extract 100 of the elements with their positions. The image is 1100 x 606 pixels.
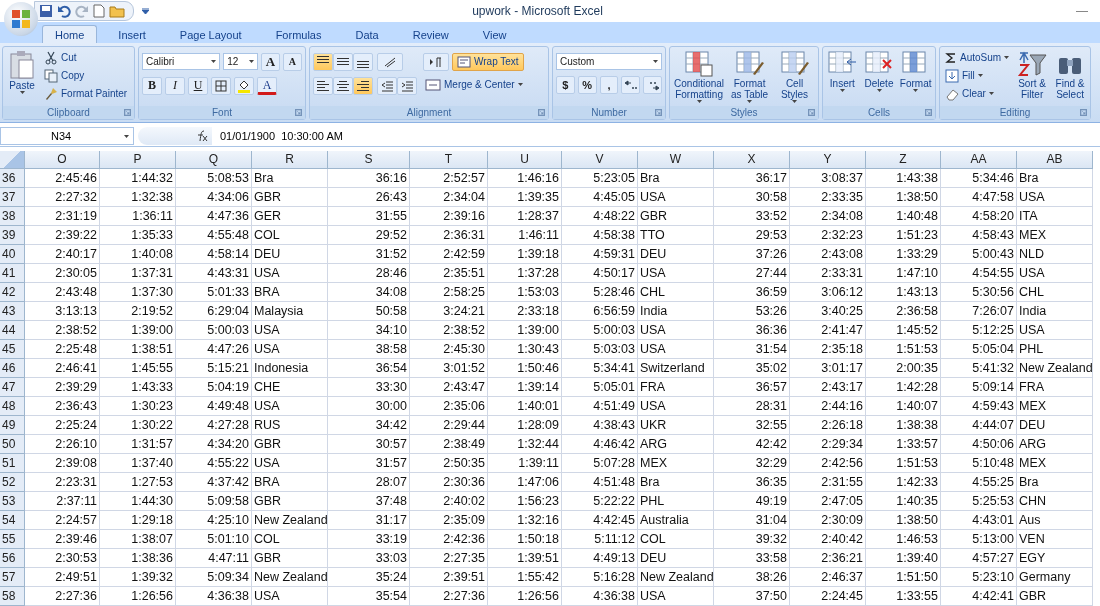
styles-button[interactable]: Format as Table	[729, 49, 771, 107]
row-header[interactable]: 45	[0, 340, 25, 359]
column-header[interactable]: S	[328, 151, 410, 169]
grow-font-button[interactable]: A	[260, 52, 280, 71]
merge-center-button[interactable]: Merge & Center	[423, 76, 525, 93]
row-header[interactable]: 51	[0, 454, 25, 473]
new-document-icon[interactable]	[93, 4, 105, 18]
align-button[interactable]	[353, 76, 373, 95]
ribbon-tab[interactable]: Data	[342, 24, 392, 43]
column-header[interactable]: Z	[866, 151, 941, 169]
caret-icon	[248, 60, 254, 64]
align-button[interactable]	[353, 52, 373, 71]
align-button[interactable]	[313, 76, 333, 95]
row-header[interactable]: 56	[0, 549, 25, 568]
row-header[interactable]: 46	[0, 359, 25, 378]
number-format-button[interactable]: ,	[599, 75, 619, 94]
table-cell: USA	[1017, 188, 1093, 207]
fill-color-button[interactable]	[234, 76, 254, 95]
table-cell: 2:34:08	[790, 207, 866, 226]
column-header[interactable]: T	[410, 151, 488, 169]
wrap-text-button[interactable]: Wrap Text	[452, 52, 524, 71]
paste-button[interactable]: Paste	[6, 49, 38, 107]
row-header[interactable]: 50	[0, 435, 25, 454]
font-color-button[interactable]: A	[257, 76, 277, 95]
function-icon[interactable]	[196, 130, 208, 143]
decrease-decimal-button[interactable]	[643, 75, 662, 94]
row-header[interactable]: 36	[0, 169, 25, 188]
number-format-field[interactable]: Custom	[556, 52, 662, 70]
underline-button[interactable]: U	[188, 76, 208, 95]
clipboard-command[interactable]: Cut	[42, 49, 130, 66]
column-header[interactable]: AA	[941, 151, 1017, 169]
row-header[interactable]: 40	[0, 245, 25, 264]
bold-button[interactable]: B	[142, 76, 162, 95]
ribbon-tab[interactable]: Insert	[105, 24, 159, 43]
cells-button[interactable]: Insert	[826, 49, 859, 107]
undo-icon[interactable]	[57, 4, 71, 18]
row-header[interactable]: 42	[0, 283, 25, 302]
text-direction-button[interactable]	[423, 52, 449, 71]
borders-button[interactable]	[211, 76, 231, 95]
ribbon-tab[interactable]: Formulas	[262, 24, 335, 43]
cells-button[interactable]: Delete	[862, 49, 896, 107]
office-button[interactable]	[4, 2, 38, 36]
row-header[interactable]: 48	[0, 397, 25, 416]
column-header[interactable]: U	[488, 151, 562, 169]
font-size-field[interactable]: 12	[223, 53, 258, 71]
column-header[interactable]: X	[714, 151, 790, 169]
increase-indent-button[interactable]	[397, 76, 417, 95]
row-header[interactable]: 54	[0, 511, 25, 530]
shrink-font-button[interactable]: A	[282, 52, 302, 71]
table-cell: 30:57	[328, 435, 410, 454]
ribbon-tab[interactable]: Review	[399, 24, 462, 43]
editing-command[interactable]: Clear	[943, 85, 1012, 102]
orientation-button[interactable]	[377, 52, 403, 71]
customize-toolbar-icon[interactable]	[142, 8, 149, 14]
number-format-button[interactable]: %	[577, 75, 597, 94]
column-header[interactable]: V	[562, 151, 638, 169]
ribbon-tab[interactable]: Page Layout	[166, 24, 255, 43]
row-header[interactable]: 44	[0, 321, 25, 340]
row-header[interactable]: 58	[0, 587, 25, 606]
row-header[interactable]: 47	[0, 378, 25, 397]
folder-icon[interactable]	[109, 4, 125, 18]
row-header[interactable]: 53	[0, 492, 25, 511]
align-button[interactable]	[313, 52, 333, 71]
editing-button[interactable]: Sort & Filter	[1015, 49, 1050, 107]
column-header[interactable]: O	[25, 151, 100, 169]
column-header[interactable]: Y	[790, 151, 866, 169]
column-header[interactable]: R	[252, 151, 328, 169]
column-header[interactable]: Q	[176, 151, 252, 169]
ribbon-tab[interactable]: View	[469, 24, 520, 43]
save-icon[interactable]	[39, 4, 53, 18]
clipboard-command[interactable]: Copy	[42, 67, 130, 84]
row-header[interactable]: 39	[0, 226, 25, 245]
editing-command[interactable]: AutoSum	[943, 49, 1012, 66]
cells-button[interactable]: Format	[899, 49, 932, 107]
editing-button[interactable]: Find & Select	[1053, 49, 1087, 107]
row-header[interactable]: 37	[0, 188, 25, 207]
minimize-button[interactable]	[1076, 10, 1088, 12]
row-header[interactable]: 57	[0, 568, 25, 587]
column-header[interactable]: P	[100, 151, 176, 169]
row-header[interactable]: 49	[0, 416, 25, 435]
styles-button[interactable]: Cell Styles	[774, 49, 815, 107]
increase-decimal-button[interactable]	[621, 75, 641, 94]
row-header[interactable]: 41	[0, 264, 25, 283]
italic-button[interactable]: I	[165, 76, 185, 95]
row-header[interactable]: 52	[0, 473, 25, 492]
ribbon-tab[interactable]: Home	[42, 24, 98, 43]
align-button[interactable]	[333, 52, 353, 71]
align-button[interactable]	[333, 76, 353, 95]
column-header[interactable]: AB	[1017, 151, 1093, 169]
styles-button[interactable]: Conditional Formatting	[673, 49, 726, 107]
name-box[interactable]: N34	[0, 127, 134, 146]
column-header[interactable]: W	[638, 151, 714, 169]
editing-command[interactable]: Fill	[943, 67, 1012, 84]
row-header[interactable]: 55	[0, 530, 25, 549]
number-format-button[interactable]: $	[556, 75, 575, 94]
row-header[interactable]: 43	[0, 302, 25, 321]
clipboard-command[interactable]: Format Painter	[42, 85, 130, 102]
row-header[interactable]: 38	[0, 207, 25, 226]
font-name-field[interactable]: Calibri	[142, 53, 221, 71]
formula-field[interactable]: 01/01/1900 10:30:00 AM	[212, 130, 1100, 143]
